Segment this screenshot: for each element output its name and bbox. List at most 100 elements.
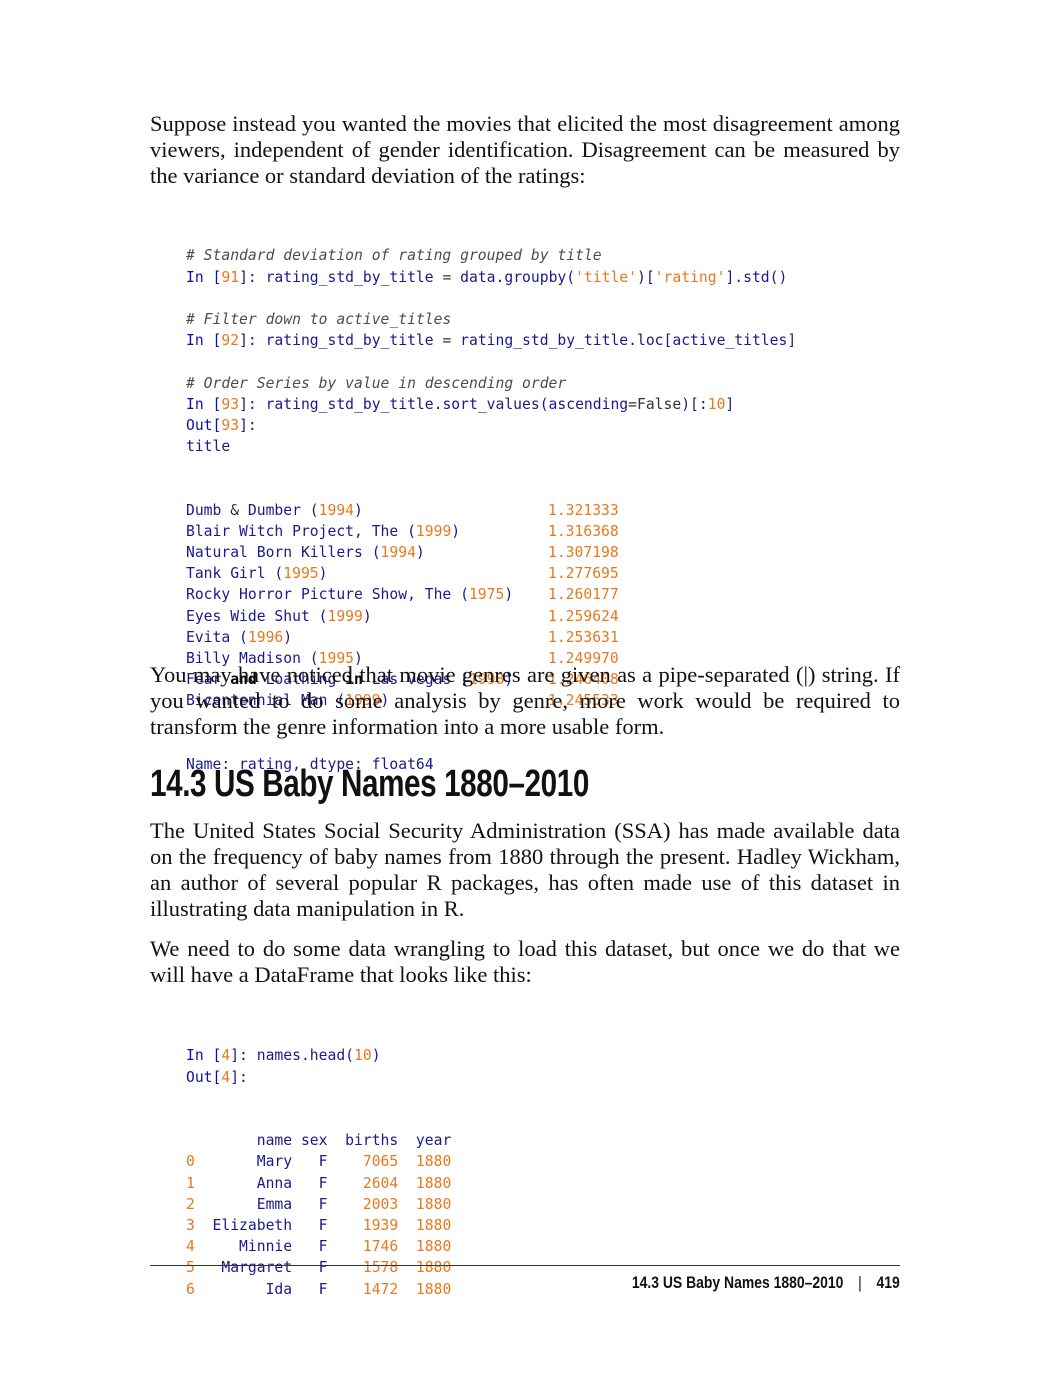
cell-name: Elizabeth bbox=[194, 1216, 293, 1234]
code-token: In [ bbox=[186, 395, 222, 413]
paragraph-wrangling: We need to do some data wrangling to loa… bbox=[150, 936, 900, 987]
movie-title-token: 1975 bbox=[468, 586, 505, 604]
paragraph-ssa: The United States Social Security Admini… bbox=[150, 818, 900, 921]
code-token: 93 bbox=[221, 416, 240, 434]
cell-sex: F bbox=[292, 1259, 328, 1277]
cell-year: 1880 bbox=[398, 1238, 452, 1256]
code-token: 4 bbox=[221, 1068, 231, 1086]
cell-name: Margaret bbox=[194, 1259, 293, 1277]
code-token: 91 bbox=[221, 268, 240, 286]
code-line: Out[4]: bbox=[186, 1067, 451, 1088]
column-header: sex bbox=[292, 1132, 328, 1150]
series-row: Natural Born Killers (1994) 1.307198 bbox=[186, 542, 796, 563]
movie-title-token: 1999 bbox=[327, 607, 363, 625]
paragraph-genres: You may have noticed that movie genres a… bbox=[150, 662, 900, 739]
dataframe-row: 2 Emma F 2003 1880 bbox=[186, 1194, 451, 1215]
series-row: Evita (1996) 1.253631 bbox=[186, 627, 796, 648]
section-heading: 14.3 US Baby Names 1880–2010 bbox=[150, 763, 589, 805]
code-token: ]: rating_std_by_title.sort_values(ascen… bbox=[239, 395, 629, 413]
code-token: In [ bbox=[186, 268, 222, 286]
movie-title-token: Blair Witch Project, The ( bbox=[186, 522, 416, 540]
movie-title-token: 1994 bbox=[380, 544, 416, 562]
column-header: births bbox=[327, 1132, 399, 1150]
rating-std-value: 1.277695 bbox=[548, 565, 619, 583]
movie-title-token: & bbox=[230, 501, 240, 519]
code-token: title bbox=[186, 438, 231, 456]
series-row: Dumb & Dumber (1994) 1.321333 bbox=[186, 500, 796, 521]
code-token: 92 bbox=[221, 332, 240, 350]
code-token: ].std() bbox=[725, 268, 788, 286]
code-token: In [ bbox=[186, 1047, 222, 1065]
cell-sex: F bbox=[292, 1280, 328, 1298]
cell-name: Ida bbox=[194, 1280, 293, 1298]
page-number: 419 bbox=[876, 1273, 900, 1292]
code-lines: In [4]: names.head(10) Out[4]: bbox=[186, 1045, 451, 1087]
code-token: # Filter down to active_titles bbox=[186, 310, 452, 328]
code-token: In [ bbox=[186, 332, 222, 350]
code-line: # Standard deviation of rating grouped b… bbox=[186, 245, 796, 266]
code-line: In [4]: names.head(10) bbox=[186, 1045, 451, 1066]
cell-births: 7065 bbox=[327, 1153, 399, 1171]
rating-std-value: 1.307198 bbox=[548, 544, 619, 562]
cell-year: 1880 bbox=[398, 1280, 452, 1298]
cell-year: 1880 bbox=[398, 1216, 452, 1234]
footer-rule bbox=[150, 1265, 900, 1266]
code-lines: # Standard deviation of rating grouped b… bbox=[186, 245, 796, 457]
row-index: 1 bbox=[186, 1174, 195, 1192]
column-header: name bbox=[194, 1132, 293, 1150]
cell-sex: F bbox=[292, 1195, 328, 1213]
movie-title-token: 1994 bbox=[318, 501, 355, 519]
row-index: 2 bbox=[186, 1195, 195, 1213]
code-line: Out[93]: bbox=[186, 415, 796, 436]
code-token: 10 bbox=[707, 395, 726, 413]
series-row: Rocky Horror Picture Show, The (1975) 1.2… bbox=[186, 584, 796, 605]
column-header: year bbox=[398, 1132, 452, 1150]
cell-sex: F bbox=[292, 1216, 328, 1234]
cell-sex: F bbox=[292, 1153, 328, 1171]
row-index: 4 bbox=[186, 1238, 195, 1256]
movie-title-token: Tank Girl ( bbox=[186, 565, 284, 583]
movie-title-token: Natural Born Killers ( bbox=[186, 544, 381, 562]
cell-births: 2604 bbox=[327, 1174, 399, 1192]
code-token: = bbox=[442, 332, 452, 350]
page-footer: 14.3 US Baby Names 1880–2010 | 419 bbox=[632, 1272, 900, 1294]
code-token: ]: rating_std_by_title bbox=[239, 268, 443, 286]
movie-title-token: ) bbox=[451, 522, 461, 540]
movie-title-token: ) bbox=[283, 628, 293, 646]
code-token: data.groupby( bbox=[451, 268, 576, 286]
dataframe-row: 4 Minnie F 1746 1880 bbox=[186, 1236, 451, 1257]
column-spacer bbox=[186, 1132, 195, 1149]
code-token: 'rating' bbox=[654, 268, 726, 286]
row-index: 5 bbox=[186, 1259, 195, 1277]
dataframe-row: 3 Elizabeth F 1939 1880 bbox=[186, 1215, 451, 1236]
dataframe-row: 6 Ida F 1472 1880 bbox=[186, 1279, 451, 1300]
series-row: Tank Girl (1995) 1.277695 bbox=[186, 563, 796, 584]
rating-std-value: 1.253631 bbox=[548, 628, 619, 646]
movie-title-token: Rocky Horror Picture Show, The ( bbox=[186, 586, 469, 604]
series-row: Eyes Wide Shut (1999) 1.259624 bbox=[186, 606, 796, 627]
cell-year: 1880 bbox=[398, 1195, 452, 1213]
row-index: 3 bbox=[186, 1216, 195, 1234]
series-row: Blair Witch Project, The (1999) 1.316368 bbox=[186, 521, 796, 542]
rating-std-value: 1.259624 bbox=[548, 607, 619, 625]
movie-title-token: ) bbox=[362, 607, 372, 625]
code-line: # Order Series by value in descending or… bbox=[186, 373, 796, 394]
dataframe-row: 0 Mary F 7065 1880 bbox=[186, 1151, 451, 1172]
dataframe-row: 5 Margaret F 1578 1880 bbox=[186, 1257, 451, 1278]
movie-title-token: ) bbox=[318, 565, 328, 583]
cell-sex: F bbox=[292, 1174, 328, 1192]
cell-year: 1880 bbox=[398, 1153, 452, 1171]
code-token: 10 bbox=[354, 1047, 372, 1065]
footer-separator: | bbox=[858, 1273, 862, 1292]
movie-title-token: Eyes Wide Shut ( bbox=[186, 607, 328, 625]
code-token: 'title' bbox=[575, 268, 637, 286]
code-token: 93 bbox=[221, 395, 240, 413]
movie-title-token: Evita ( bbox=[186, 628, 248, 646]
cell-births: 2003 bbox=[327, 1195, 399, 1213]
code-line: In [93]: rating_std_by_title.sort_values… bbox=[186, 394, 796, 415]
dataframe-row: 1 Anna F 2604 1880 bbox=[186, 1173, 451, 1194]
rating-std-value: 1.260177 bbox=[548, 586, 619, 604]
code-token: )[ bbox=[637, 268, 655, 286]
row-index: 0 bbox=[186, 1153, 195, 1171]
